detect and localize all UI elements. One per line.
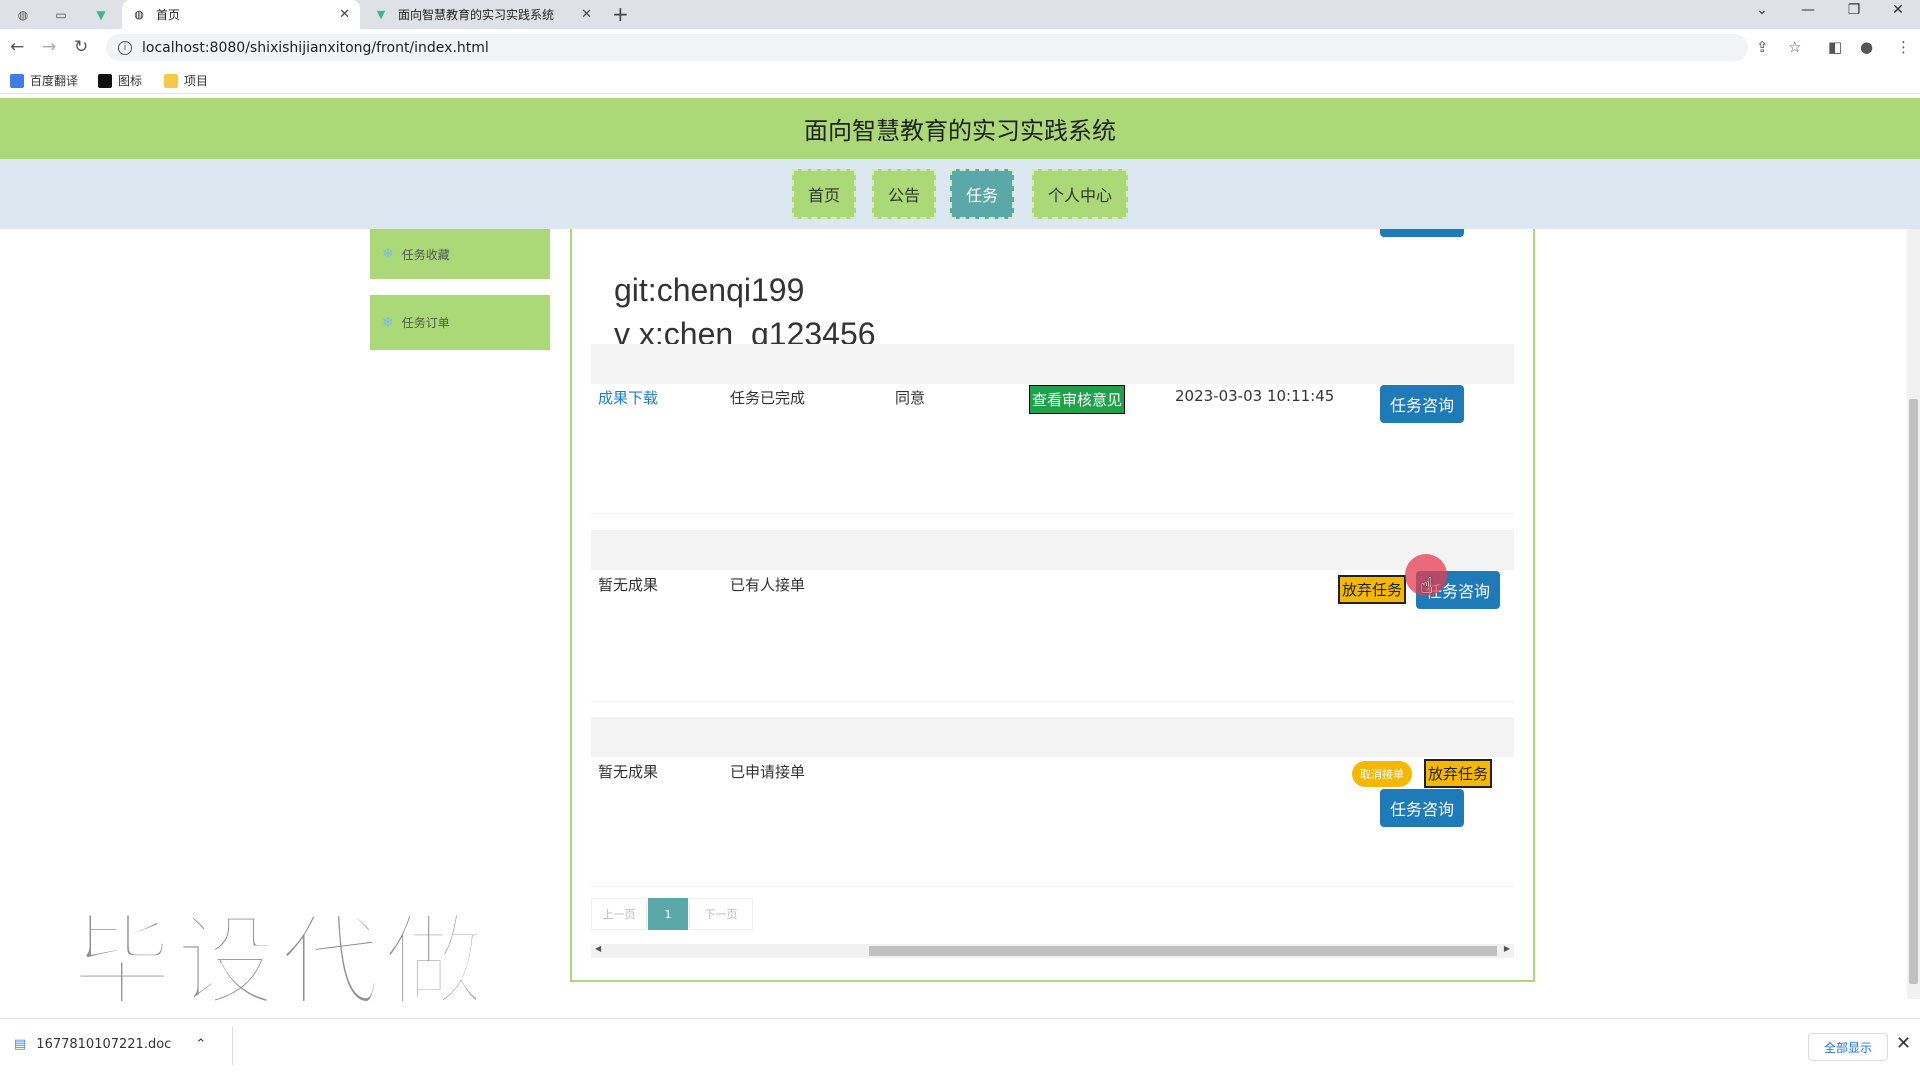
image-icon <box>98 73 112 88</box>
abandon-task-button[interactable]: 放弃任务 <box>1338 575 1407 604</box>
pinned-tab-globe-icon[interactable]: ◍ <box>8 4 38 26</box>
pinned-tab-blank-icon[interactable]: ▭ <box>46 4 76 26</box>
profile-icon[interactable]: ● <box>1860 38 1873 56</box>
url-text: localhost:8080/shixishijianxitong/front/… <box>142 39 489 56</box>
table-row <box>591 530 1514 702</box>
restore-icon[interactable]: ❐ <box>1834 2 1874 18</box>
table-row <box>591 344 1514 514</box>
consult-button[interactable]: 任务咨询 <box>1380 385 1464 423</box>
bookmark-icons[interactable]: 图标 <box>98 72 142 89</box>
pinned-tab-vue-icon[interactable]: ▼ <box>86 4 116 26</box>
review-result: 同意 <box>895 389 926 407</box>
show-all-button[interactable]: 全部显示 <box>1808 1033 1888 1061</box>
page-1-button[interactable]: 1 <box>648 898 688 930</box>
bookmarks-bar: 百度翻译 图标 项目 <box>0 66 1920 94</box>
table-row <box>591 717 1514 887</box>
tab-system-title: 面向智慧教育的实习实践系统 <box>398 8 555 22</box>
new-tab-icon[interactable]: + <box>612 2 629 26</box>
snowflake-icon: ❄ <box>382 314 394 331</box>
tab-home-title: 首页 <box>156 8 181 22</box>
star-icon[interactable]: ☆ <box>1788 38 1801 56</box>
abandon-task-button[interactable]: 放弃任务 <box>1424 759 1493 788</box>
folder-icon <box>164 73 178 88</box>
bookmark-translate[interactable]: 百度翻译 <box>10 72 78 89</box>
order-status: 已有人接单 <box>730 576 806 594</box>
close-window-icon[interactable]: ✕ <box>1878 2 1918 18</box>
result-none: 暂无成果 <box>598 576 659 594</box>
result-none: 暂无成果 <box>598 763 659 781</box>
consult-button-partial[interactable] <box>1380 229 1464 237</box>
order-status: 任务已完成 <box>730 389 806 407</box>
forward-icon[interactable]: → <box>42 37 56 57</box>
snowflake-icon: ❄ <box>382 246 394 262</box>
cancel-order-button[interactable]: 取消接单 <box>1352 761 1412 787</box>
vertical-scrollbar[interactable] <box>1907 229 1920 999</box>
hand-cursor-icon: ☝ <box>1420 574 1434 599</box>
scroll-thumb[interactable] <box>1909 399 1918 984</box>
vue-icon: ▼ <box>376 8 386 21</box>
main-nav: 首页 公告 任务 个人中心 <box>0 159 1920 229</box>
tab-system[interactable]: ▼ 面向智慧教育的实习实践系统 ✕ <box>364 0 602 29</box>
url-input[interactable]: i localhost:8080/shixishijianxitong/fron… <box>106 34 1748 61</box>
close-icon[interactable]: ✕ <box>581 7 592 22</box>
tab-home[interactable]: ◍ 首页 ✕ <box>122 0 360 29</box>
nav-profile[interactable]: 个人中心 <box>1032 169 1128 219</box>
sidebar-item-label: 任务收藏 <box>401 247 450 262</box>
scroll-left-icon[interactable]: ◀ <box>595 944 601 953</box>
close-icon[interactable]: ✕ <box>1896 1033 1911 1054</box>
download-result-link[interactable]: 成果下载 <box>598 387 658 408</box>
globe-icon: ◍ <box>134 8 144 21</box>
sidepanel-icon[interactable]: ◧ <box>1828 38 1842 56</box>
scroll-thumb[interactable] <box>869 946 1497 956</box>
order-status: 已申请接单 <box>730 763 806 781</box>
download-filename: 1677810107221.doc <box>36 1037 172 1052</box>
sidebar-item-orders[interactable]: ❄ 任务订单 <box>370 295 550 350</box>
order-time: 2023-03-03 10:11:45 <box>1175 387 1335 405</box>
reload-icon[interactable]: ↻ <box>74 37 88 57</box>
row-header <box>591 344 1514 384</box>
bookmark-label: 图标 <box>118 74 143 88</box>
bookmark-label: 百度翻译 <box>30 74 79 88</box>
close-icon[interactable]: ✕ <box>339 7 350 22</box>
sidebar-item-favorites[interactable]: ❄ 任务收藏 <box>370 229 550 279</box>
view-review-button[interactable]: 查看审核意见 <box>1029 385 1126 414</box>
row-header <box>591 717 1514 757</box>
scroll-right-icon[interactable]: ▶ <box>1504 944 1510 953</box>
nav-home[interactable]: 首页 <box>792 169 856 219</box>
watermark-text: 毕设代做 <box>71 902 488 1022</box>
share-icon[interactable]: ⇪ <box>1756 38 1769 56</box>
horizontal-scrollbar[interactable]: ◀ ▶ <box>591 944 1514 958</box>
download-bar: ▤ 1677810107221.doc ⌃ 全部显示 ✕ <box>0 1018 1920 1072</box>
bookmark-label: 项目 <box>184 74 209 88</box>
consult-button[interactable]: 任务咨询 <box>1380 789 1464 827</box>
nav-notice[interactable]: 公告 <box>872 169 936 219</box>
document-icon: ▤ <box>14 1037 27 1052</box>
download-item[interactable]: ▤ 1677810107221.doc ⌃ <box>14 1037 206 1052</box>
address-bar: ← → ↻ i localhost:8080/shixishijianxiton… <box>0 29 1920 66</box>
menu-icon[interactable]: ⋮ <box>1896 38 1911 56</box>
minimize-icon[interactable]: — <box>1788 2 1828 18</box>
chevron-up-icon[interactable]: ⌃ <box>195 1037 206 1052</box>
tab-strip: ◍ ▭ ▼ ◍ 首页 ✕ ▼ 面向智慧教育的实习实践系统 ✕ + ⌄ — ❐ ✕ <box>0 0 1920 29</box>
chevron-down-icon[interactable]: ⌄ <box>1742 2 1782 18</box>
info-icon[interactable]: i <box>118 40 132 55</box>
sidebar-item-label: 任务订单 <box>401 316 450 330</box>
nav-tasks[interactable]: 任务 <box>950 169 1014 219</box>
bookmark-project[interactable]: 项目 <box>164 72 208 89</box>
translate-icon <box>10 73 24 88</box>
row-header <box>591 530 1514 570</box>
next-page-button[interactable]: 下一页 <box>689 898 753 930</box>
overlay-text-git: git:chenqi199 <box>614 272 805 308</box>
site-title: 面向智慧教育的实习实践系统 <box>0 98 1920 159</box>
prev-page-button[interactable]: 上一页 <box>591 898 647 930</box>
divider <box>232 1027 233 1065</box>
back-icon[interactable]: ← <box>10 37 24 57</box>
